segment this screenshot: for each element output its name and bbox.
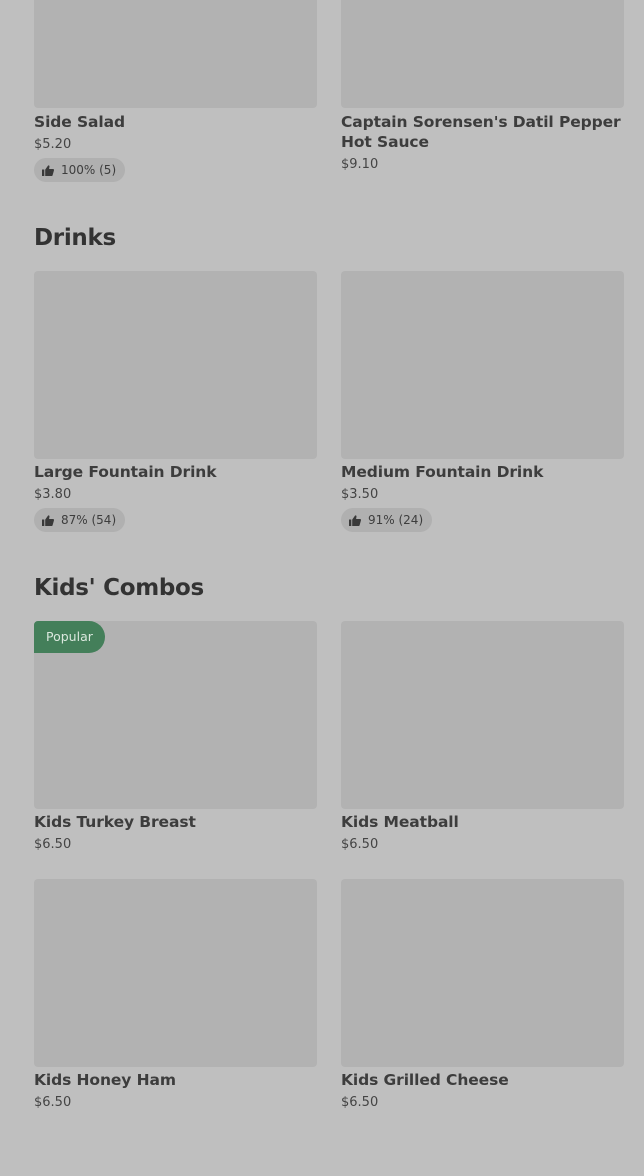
item-price: $3.80 xyxy=(34,487,72,502)
item-name: Kids Honey Ham xyxy=(34,1071,176,1089)
item-name: Side Salad xyxy=(34,113,125,131)
thumbs-up-icon xyxy=(349,514,361,526)
rating-badge: 100% (5) xyxy=(34,158,126,182)
item-price: $6.50 xyxy=(341,1095,379,1110)
menu-item-kids-grilled-cheese[interactable]: Kids Grilled Cheese $6.50 xyxy=(341,879,624,1119)
item-image xyxy=(341,271,624,459)
menu-item-medium-fountain-drink[interactable]: Medium Fountain Drink $3.50 91% (24) xyxy=(341,271,624,541)
item-price: $3.50 xyxy=(341,487,379,502)
menu-item-large-fountain-drink[interactable]: Large Fountain Drink $3.80 87% (54) xyxy=(34,271,317,541)
thumbs-up-icon xyxy=(42,514,54,526)
item-price: $9.10 xyxy=(341,157,379,172)
section-title-kids-combos: Kids' Combos xyxy=(34,575,204,601)
menu-item-kids-meatball[interactable]: Kids Meatball $6.50 xyxy=(341,621,624,861)
rating-badge: 87% (54) xyxy=(34,508,126,532)
rating-text: 100% (5) xyxy=(61,163,117,177)
item-price: $6.50 xyxy=(341,837,379,852)
item-image xyxy=(34,0,317,108)
item-image xyxy=(34,271,317,459)
menu-item-side-salad[interactable]: Side Salad $5.20 100% (5) xyxy=(34,0,317,190)
popular-badge: Popular xyxy=(34,621,105,653)
item-name: Kids Meatball xyxy=(341,813,459,831)
item-name: Large Fountain Drink xyxy=(34,463,217,481)
menu-item-kids-turkey-breast[interactable]: Popular Kids Turkey Breast $6.50 xyxy=(34,621,317,861)
item-image xyxy=(34,879,317,1067)
item-image xyxy=(341,879,624,1067)
thumbs-up-icon xyxy=(42,164,54,176)
item-price: $5.20 xyxy=(34,137,72,152)
menu-item-hot-sauce[interactable]: Captain Sorensen's Datil Pepper Hot Sauc… xyxy=(341,0,624,190)
rating-badge: 91% (24) xyxy=(341,508,433,532)
item-name: Captain Sorensen's Datil Pepper Hot Sauc… xyxy=(341,113,621,151)
item-image xyxy=(341,621,624,809)
item-price: $6.50 xyxy=(34,837,72,852)
item-price: $6.50 xyxy=(34,1095,72,1110)
rating-text: 91% (24) xyxy=(368,513,424,527)
section-title-drinks: Drinks xyxy=(34,225,116,251)
item-name: Kids Grilled Cheese xyxy=(341,1071,509,1089)
item-name: Medium Fountain Drink xyxy=(341,463,544,481)
rating-text: 87% (54) xyxy=(61,513,117,527)
item-image xyxy=(341,0,624,108)
item-name: Kids Turkey Breast xyxy=(34,813,196,831)
menu-item-kids-honey-ham[interactable]: Kids Honey Ham $6.50 xyxy=(34,879,317,1119)
